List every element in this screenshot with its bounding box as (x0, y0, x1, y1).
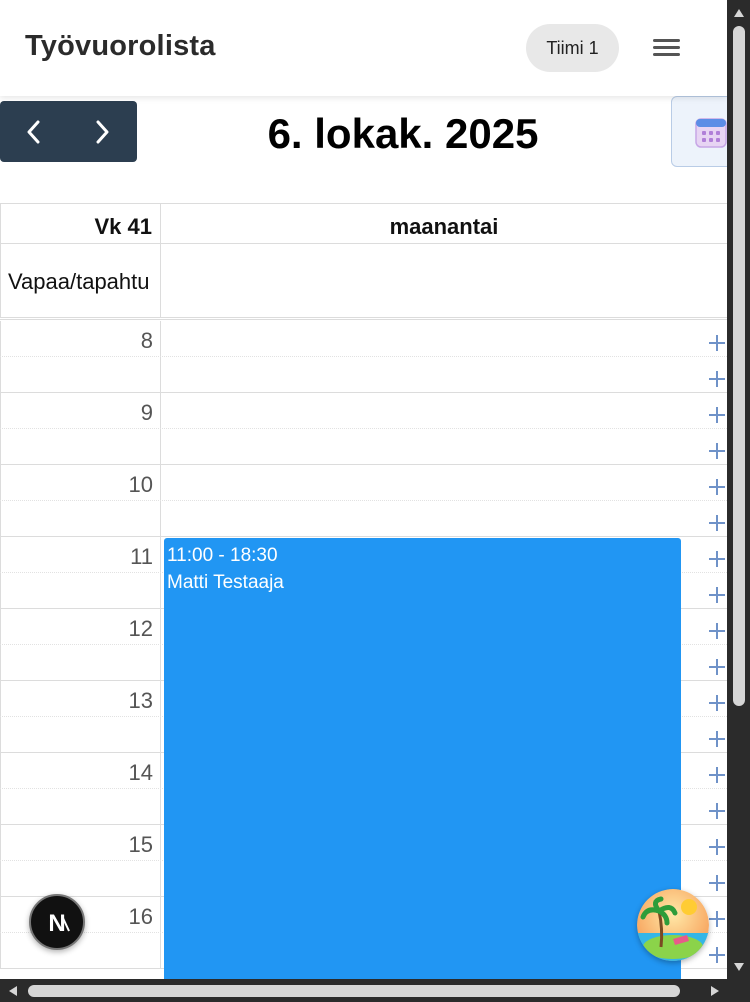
vacation-fab-button[interactable] (637, 889, 709, 961)
allday-row[interactable]: Vapaa/tapahtu (0, 244, 727, 320)
chevron-left-icon (27, 120, 40, 143)
horizontal-scrollbar-thumb[interactable] (28, 985, 680, 997)
add-shift-plus-icon[interactable] (709, 479, 725, 495)
add-shift-plus-icon[interactable] (709, 443, 725, 459)
add-shift-plus-icon[interactable] (709, 803, 725, 819)
hour-label: 8 (140, 328, 153, 353)
add-shift-plus-icon[interactable] (709, 839, 725, 855)
allday-label: Vapaa/tapahtu (8, 269, 150, 294)
calendar-view-button[interactable] (671, 96, 727, 167)
date-nav-group (0, 101, 137, 162)
hour-label: 15 (128, 832, 153, 857)
hour-label: 14 (128, 760, 153, 785)
team-selector-button[interactable]: Tiimi 1 (526, 24, 619, 72)
add-shift-plus-icon[interactable] (709, 371, 725, 387)
hour-label: 12 (128, 616, 153, 641)
toolbar-date-title: 6. lokak. 2025 (267, 110, 539, 157)
time-slot-row[interactable]: 10 (0, 465, 727, 501)
hour-label: 10 (128, 472, 153, 497)
add-shift-plus-icon[interactable] (709, 731, 725, 747)
add-shift-plus-icon[interactable] (709, 695, 725, 711)
time-slot-row[interactable] (0, 357, 727, 393)
day-name: maanantai (389, 214, 499, 239)
previous-button[interactable] (0, 101, 68, 162)
palm-beach-icon (637, 889, 709, 961)
hour-label: 9 (140, 400, 153, 425)
day-grid: Vk 41 maanantai Vapaa/tapahtu (0, 203, 727, 320)
add-shift-plus-icon[interactable] (709, 587, 725, 603)
scroll-left-arrow-icon[interactable] (8, 985, 18, 997)
app-header: Työvuorolista Tiimi 1 (0, 0, 727, 96)
add-shift-plus-icon[interactable] (709, 947, 725, 963)
chevron-right-icon (96, 120, 109, 143)
badge-letter: N (48, 910, 65, 937)
hour-label: 13 (128, 688, 153, 713)
event-time: 11:00 - 18:30 (167, 545, 278, 566)
add-shift-plus-icon[interactable] (709, 515, 725, 531)
hamburger-menu-icon[interactable] (650, 36, 680, 60)
add-shift-plus-icon[interactable] (709, 875, 725, 891)
add-shift-plus-icon[interactable] (709, 659, 725, 675)
add-shift-plus-icon[interactable] (709, 335, 725, 351)
time-slot-row[interactable] (0, 501, 727, 537)
week-number: Vk 41 (94, 214, 153, 239)
add-shift-plus-icon[interactable] (709, 911, 725, 927)
n-logo-icon: N (48, 910, 70, 937)
scroll-right-arrow-icon[interactable] (710, 985, 720, 997)
viewport: Työvuorolista Tiimi 1 6. lokak. 2025 Vk … (0, 0, 727, 979)
time-slot-row[interactable]: 9 (0, 393, 727, 429)
event-employee-name: Matti Testaaja (167, 572, 284, 593)
time-slot-row[interactable] (0, 429, 727, 465)
grid-header-row: Vk 41 maanantai (0, 204, 727, 244)
shift-event[interactable]: 11:00 - 18:30 Matti Testaaja (164, 538, 681, 979)
add-shift-plus-icon[interactable] (709, 767, 725, 783)
time-slot-row[interactable]: 8 (0, 321, 727, 357)
next-button[interactable] (68, 101, 136, 162)
hour-label: 11 (130, 544, 153, 569)
app-title: Työvuorolista (25, 30, 216, 62)
calendar-icon (695, 118, 727, 148)
vertical-scrollbar-thumb[interactable] (733, 26, 745, 706)
scroll-up-arrow-icon[interactable] (733, 8, 745, 18)
add-shift-plus-icon[interactable] (709, 551, 725, 567)
add-shift-plus-icon[interactable] (709, 407, 725, 423)
add-shift-plus-icon[interactable] (709, 623, 725, 639)
nextjs-badge-button[interactable]: N (29, 894, 85, 950)
scroll-down-arrow-icon[interactable] (733, 962, 745, 972)
